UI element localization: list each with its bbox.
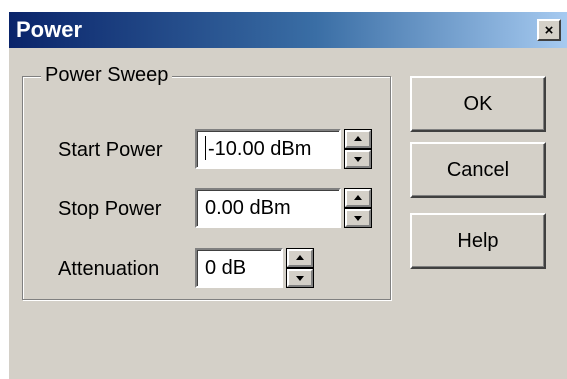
attenuation-input[interactable]: 0 dB <box>195 248 283 288</box>
attenuation-value: 0 dB <box>205 257 247 279</box>
attenuation-label: Attenuation <box>58 258 160 280</box>
start-power-value: -10.00 dBm <box>208 138 312 160</box>
attenuation-spinner <box>286 248 314 288</box>
title-bar[interactable]: Power × <box>9 12 567 48</box>
help-button[interactable]: Help <box>410 213 546 269</box>
stop-power-value: 0.00 dBm <box>205 197 291 219</box>
spin-down-arrow-icon <box>354 216 362 221</box>
stop-power-input[interactable]: 0.00 dBm <box>195 188 341 228</box>
ok-button[interactable]: OK <box>410 76 546 132</box>
attenuation-spin-up-button[interactable] <box>287 249 313 267</box>
spin-up-arrow-icon <box>354 136 362 141</box>
start-power-label: Start Power <box>58 139 163 161</box>
spin-down-arrow-icon <box>354 157 362 162</box>
stop-power-spinner <box>344 188 372 228</box>
stop-power-spin-up-button[interactable] <box>345 189 371 207</box>
cancel-button[interactable]: Cancel <box>410 142 546 198</box>
stop-power-label: Stop Power <box>58 198 162 220</box>
start-power-spin-up-button[interactable] <box>345 130 371 148</box>
start-power-input[interactable]: -10.00 dBm <box>195 129 341 169</box>
start-power-spinner <box>344 129 372 169</box>
spin-up-arrow-icon <box>354 195 362 200</box>
power-sweep-group-label: Power Sweep <box>41 62 173 88</box>
text-caret <box>205 135 206 160</box>
attenuation-spin-down-button[interactable] <box>287 269 313 287</box>
window-title: Power <box>16 17 83 42</box>
start-power-spin-down-button[interactable] <box>345 150 371 168</box>
spin-down-arrow-icon <box>296 276 304 281</box>
stop-power-spin-down-button[interactable] <box>345 209 371 227</box>
spin-up-arrow-icon <box>296 255 304 260</box>
close-button[interactable]: × <box>537 19 561 41</box>
close-icon: × <box>544 21 554 39</box>
